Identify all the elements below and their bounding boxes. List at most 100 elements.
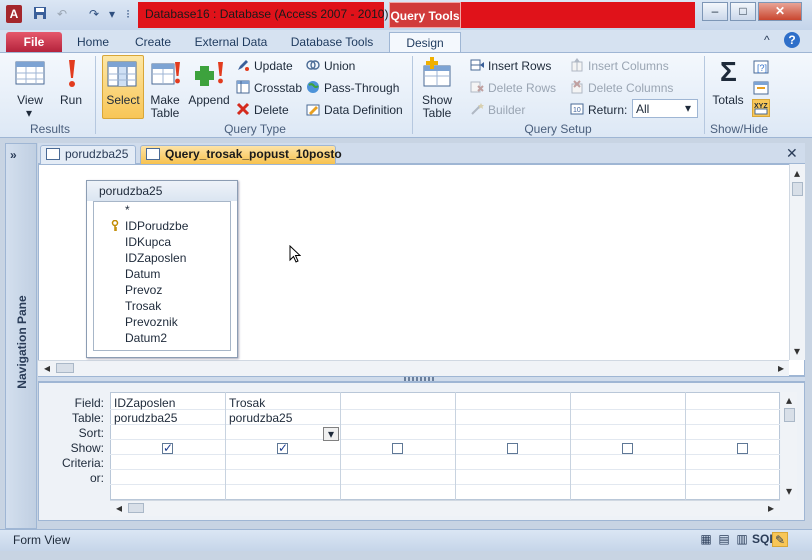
- delete-rows-label: Delete Rows: [488, 81, 557, 95]
- field-item[interactable]: Prevoznik: [125, 315, 178, 329]
- return-select[interactable]: All ▾: [632, 99, 698, 118]
- builder-button[interactable]: Builder: [470, 102, 525, 117]
- show-checkbox[interactable]: [392, 443, 403, 454]
- pass-through-button[interactable]: Pass-Through: [306, 80, 399, 95]
- crosstab-icon: [236, 80, 250, 94]
- grid-horizontal-scrollbar[interactable]: [110, 500, 780, 516]
- field-item[interactable]: Datum: [125, 267, 160, 281]
- upper-vertical-scroll-thumb[interactable]: [792, 182, 803, 196]
- ribbon-separator: [95, 56, 96, 134]
- save-icon[interactable]: [32, 6, 48, 22]
- parameters-icon[interactable]: [?]: [752, 58, 770, 74]
- scroll-up-icon[interactable]: ▴: [790, 166, 804, 180]
- crosstab-button[interactable]: Crosstab: [236, 80, 302, 95]
- scroll-down-icon[interactable]: ▾: [790, 344, 804, 358]
- field-item[interactable]: IDPorudzbe: [125, 219, 188, 233]
- pivot-table-view-icon[interactable]: ▤: [716, 532, 732, 547]
- delete-rows-button[interactable]: Delete Rows: [470, 80, 556, 95]
- redo-icon[interactable]: ↷: [86, 6, 102, 22]
- view-dropdown-icon[interactable]: ▾: [26, 106, 32, 120]
- insert-rows-button[interactable]: Insert Rows: [470, 58, 551, 73]
- totals-sigma-icon[interactable]: Σ: [720, 56, 737, 88]
- append-button[interactable]: Append: [186, 93, 232, 107]
- field-item[interactable]: *: [125, 203, 130, 217]
- view-icon[interactable]: [14, 58, 46, 93]
- grid-scroll-right-icon[interactable]: ▸: [764, 501, 778, 515]
- field-item[interactable]: Prevoz: [125, 283, 162, 297]
- show-table-button-line1[interactable]: Show: [418, 93, 456, 107]
- table-names-icon[interactable]: XYZ: [752, 99, 770, 117]
- grid-field-cell[interactable]: IDZaposlen: [114, 396, 175, 410]
- scroll-right-icon[interactable]: ▸: [774, 361, 788, 375]
- window-title: Database16 : Database (Access 2007 - 201…: [145, 7, 389, 21]
- minimize-button[interactable]: –: [702, 2, 728, 21]
- tab-external-data[interactable]: External Data: [190, 32, 272, 52]
- sort-dropdown-chevron-down-icon[interactable]: ▾: [323, 427, 339, 441]
- show-checkbox-checked[interactable]: ✓: [277, 442, 288, 454]
- show-table-button-line2[interactable]: Table: [418, 106, 456, 120]
- insert-rows-label: Insert Rows: [488, 59, 552, 73]
- table-field-list-title[interactable]: porudzba25: [87, 181, 237, 201]
- run-icon[interactable]: [60, 58, 84, 93]
- delete-button[interactable]: Delete: [236, 102, 289, 117]
- grid-scroll-down-icon[interactable]: ▾: [782, 484, 796, 498]
- maximize-button[interactable]: □: [730, 2, 756, 21]
- pivot-chart-view-icon[interactable]: ▥: [734, 532, 750, 547]
- update-button[interactable]: Update: [236, 58, 293, 73]
- property-sheet-icon[interactable]: [752, 80, 770, 96]
- grid-vertical-scroll-thumb[interactable]: [784, 408, 795, 422]
- field-item[interactable]: Datum2: [125, 331, 167, 345]
- show-checkbox[interactable]: [737, 443, 748, 454]
- undo-icon[interactable]: ↶: [54, 6, 70, 22]
- doc-tab-query[interactable]: Query_trosak_popust_10posto: [140, 145, 342, 164]
- data-definition-button[interactable]: Data Definition: [306, 102, 403, 117]
- ribbon-separator: [704, 56, 705, 134]
- ribbon-minimize-icon[interactable]: ^: [764, 33, 770, 47]
- show-table-icon[interactable]: [420, 56, 454, 93]
- grid-field-cell[interactable]: Trosak: [229, 396, 265, 410]
- view-button[interactable]: View: [12, 93, 48, 107]
- make-table-button-line2[interactable]: Table: [146, 106, 184, 120]
- make-table-icon[interactable]: [150, 58, 182, 93]
- append-icon[interactable]: [194, 58, 226, 93]
- show-checkbox[interactable]: [507, 443, 518, 454]
- upper-horizontal-scroll-thumb[interactable]: [56, 363, 74, 373]
- datasheet-view-icon[interactable]: ▦: [698, 532, 714, 547]
- navigation-pane-expand-icon[interactable]: »: [10, 148, 17, 162]
- field-item[interactable]: Trosak: [125, 299, 161, 313]
- grid-column-line: [225, 392, 226, 500]
- field-item[interactable]: IDKupca: [125, 235, 171, 249]
- close-window-button[interactable]: ✕: [758, 2, 802, 21]
- doc-tab-porudzba25[interactable]: porudzba25: [40, 145, 136, 164]
- scroll-left-icon[interactable]: ◂: [40, 361, 54, 375]
- union-button[interactable]: Union: [306, 58, 355, 73]
- show-checkbox-checked[interactable]: ✓: [162, 442, 173, 454]
- show-checkbox[interactable]: [622, 443, 633, 454]
- union-rings-icon: [306, 58, 320, 72]
- insert-columns-button[interactable]: Insert Columns: [570, 58, 669, 73]
- access-app-icon[interactable]: A: [6, 5, 22, 23]
- grid-scroll-up-icon[interactable]: ▴: [782, 393, 796, 407]
- make-table-button-line1[interactable]: Make: [146, 93, 184, 107]
- tab-create[interactable]: Create: [128, 32, 178, 52]
- grid-horizontal-scroll-thumb[interactable]: [128, 503, 144, 513]
- quick-access-customize-icon[interactable]: ⁝: [120, 6, 136, 22]
- sql-view-button[interactable]: SQL: [752, 532, 777, 547]
- totals-button[interactable]: Totals: [708, 93, 748, 107]
- quick-access-dropdown-icon[interactable]: ▾: [104, 6, 120, 22]
- design-view-icon[interactable]: ✎: [772, 532, 788, 547]
- run-button[interactable]: Run: [56, 93, 86, 107]
- splitter-grip-icon[interactable]: [404, 377, 434, 381]
- tab-file[interactable]: File: [6, 32, 62, 52]
- tab-database-tools[interactable]: Database Tools: [284, 32, 380, 52]
- tab-design[interactable]: Design: [389, 32, 461, 52]
- grid-table-cell[interactable]: porudzba25: [229, 411, 292, 425]
- delete-columns-button[interactable]: Delete Columns: [570, 80, 673, 95]
- grid-scroll-left-icon[interactable]: ◂: [112, 501, 126, 515]
- field-item[interactable]: IDZaposlen: [125, 251, 186, 265]
- tab-home[interactable]: Home: [70, 32, 116, 52]
- help-icon[interactable]: ?: [784, 32, 800, 48]
- upper-horizontal-scrollbar[interactable]: [38, 360, 789, 376]
- close-document-icon[interactable]: ✕: [786, 145, 798, 162]
- grid-table-cell[interactable]: porudzba25: [114, 411, 177, 425]
